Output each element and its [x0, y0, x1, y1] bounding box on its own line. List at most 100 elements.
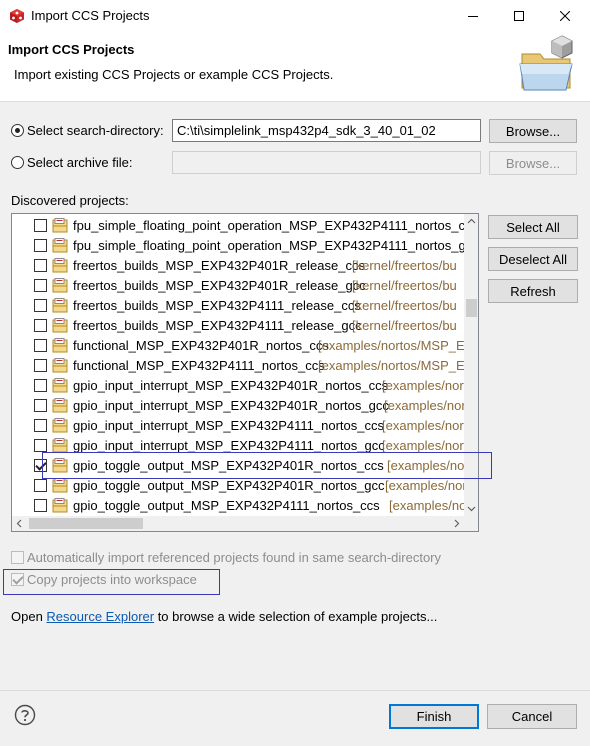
project-path: [examples/norte — [382, 378, 475, 393]
project-row[interactable]: functional_MSP_EXP432P401R_nortos_ccs [ex… — [12, 335, 465, 355]
project-checkbox[interactable] — [34, 419, 47, 432]
project-folder-icon — [52, 438, 68, 453]
project-row[interactable]: freertos_builds_MSP_EXP432P4111_release_… — [12, 315, 464, 335]
horizontal-scrollbar[interactable] — [12, 516, 464, 531]
project-row[interactable]: gpio_input_interrupt_MSP_EXP432P4111_nor… — [12, 415, 468, 435]
project-folder-icon — [52, 238, 68, 253]
archive-file-radio[interactable] — [11, 156, 24, 169]
project-path: [examples/nort — [385, 478, 471, 493]
project-folder-icon — [52, 358, 68, 373]
project-path: [examples/norte — [384, 398, 477, 413]
refresh-button[interactable]: Refresh — [488, 279, 578, 303]
project-path: [examples/nortos/MSP_E — [318, 358, 465, 373]
scroll-down-icon[interactable] — [464, 501, 479, 516]
project-checkbox[interactable] — [34, 219, 47, 232]
resource-explorer-prefix: Open — [11, 609, 47, 624]
search-directory-radio[interactable] — [11, 124, 24, 137]
finish-button[interactable]: Finish — [389, 704, 479, 729]
project-folder-icon — [52, 498, 68, 513]
project-checkbox[interactable] — [34, 499, 47, 512]
project-checkbox[interactable] — [34, 399, 47, 412]
maximize-button[interactable] — [496, 0, 542, 32]
title-bar: Import CCS Projects — [0, 0, 590, 32]
archive-file-label: Select archive file: — [27, 155, 133, 170]
resource-explorer-suffix: to browse a wide selection of example pr… — [154, 609, 438, 624]
ccs-app-icon — [10, 9, 24, 23]
project-path: [examples/nort — [389, 498, 475, 513]
project-name: freertos_builds_MSP_EXP432P4111_release_… — [73, 298, 361, 313]
archive-file-input[interactable] — [172, 151, 481, 174]
project-name: freertos_builds_MSP_EXP432P4111_release_… — [73, 318, 362, 333]
project-row[interactable]: fpu_simple_floating_point_operation_MSP_… — [12, 235, 478, 255]
project-name: functional_MSP_EXP432P4111_nortos_ccs — [73, 358, 325, 373]
discovered-projects-label: Discovered projects: — [11, 193, 129, 208]
project-path: [kernel/freertos/bu — [352, 318, 457, 333]
scroll-up-icon[interactable] — [464, 214, 479, 229]
project-checkbox[interactable] — [34, 379, 47, 392]
project-name: freertos_builds_MSP_EXP432P401R_release_… — [73, 258, 365, 273]
project-folder-icon — [52, 258, 68, 273]
wizard-description: Import existing CCS Projects or example … — [14, 67, 334, 82]
browse-archive-button[interactable]: Browse... — [489, 151, 577, 175]
copy-projects-checkbox[interactable] — [11, 573, 24, 586]
project-checkbox[interactable] — [34, 279, 47, 292]
project-name: fpu_simple_floating_point_operation_MSP_… — [73, 218, 478, 233]
project-folder-icon — [52, 478, 68, 493]
help-icon[interactable] — [14, 704, 36, 726]
copy-projects-label: Copy projects into workspace — [27, 572, 197, 587]
project-name: gpio_toggle_output_MSP_EXP432P401R_norto… — [73, 478, 385, 493]
window-title: Import CCS Projects — [31, 8, 150, 23]
project-row[interactable]: gpio_input_interrupt_MSP_EXP432P401R_nor… — [12, 375, 475, 395]
project-row[interactable]: freertos_builds_MSP_EXP432P401R_release_… — [12, 275, 464, 295]
deselect-all-button[interactable]: Deselect All — [488, 247, 578, 271]
minimize-icon — [468, 16, 478, 17]
project-list[interactable]: fpu_simple_floating_point_operation_MSP_… — [11, 213, 479, 532]
scroll-thumb[interactable] — [466, 299, 477, 317]
hscroll-thumb[interactable] — [29, 518, 143, 529]
search-directory-label: Select search-directory: — [27, 123, 164, 138]
browse-directory-button[interactable]: Browse... — [489, 119, 577, 143]
project-folder-icon — [52, 298, 68, 313]
project-row[interactable]: functional_MSP_EXP432P4111_nortos_ccs [ex… — [12, 355, 465, 375]
project-folder-icon — [52, 278, 68, 293]
project-checkbox[interactable] — [34, 299, 47, 312]
project-name: functional_MSP_EXP432P401R_nortos_ccs — [73, 338, 329, 353]
scroll-left-icon[interactable] — [12, 516, 27, 531]
footer-divider — [0, 690, 590, 691]
cancel-button[interactable]: Cancel — [487, 704, 577, 729]
close-button[interactable] — [542, 0, 588, 32]
project-name: gpio_input_interrupt_MSP_EXP432P401R_nor… — [73, 398, 389, 413]
auto-import-label: Automatically import referenced projects… — [27, 550, 442, 565]
auto-import-checkbox[interactable] — [11, 551, 24, 564]
project-row[interactable]: fpu_simple_floating_point_operation_MSP_… — [12, 215, 478, 235]
project-checkbox[interactable] — [34, 239, 47, 252]
project-row[interactable]: gpio_input_interrupt_MSP_EXP432P401R_nor… — [12, 395, 477, 415]
project-checkbox[interactable] — [34, 259, 47, 272]
project-checkbox[interactable] — [34, 439, 47, 452]
project-checkbox[interactable] — [34, 339, 47, 352]
project-path: [kernel/freertos/bu — [352, 258, 457, 273]
project-folder-icon — [52, 338, 68, 353]
project-row[interactable]: gpio_toggle_output_MSP_EXP432P4111_norto… — [12, 495, 474, 515]
project-checkbox[interactable] — [34, 359, 47, 372]
highlight-selected-project — [42, 452, 492, 479]
project-folder-icon — [52, 318, 68, 333]
project-row[interactable]: freertos_builds_MSP_EXP432P401R_release_… — [12, 255, 464, 275]
project-folder-icon — [52, 218, 68, 233]
project-row[interactable]: freertos_builds_MSP_EXP432P4111_release_… — [12, 295, 464, 315]
project-name: gpio_input_interrupt_MSP_EXP432P4111_nor… — [73, 418, 385, 433]
close-icon — [560, 11, 570, 21]
scroll-right-icon[interactable] — [449, 516, 464, 531]
project-path: [examples/nort — [382, 418, 468, 433]
select-all-button[interactable]: Select All — [488, 215, 578, 239]
project-checkbox[interactable] — [34, 319, 47, 332]
resource-explorer-link[interactable]: Resource Explorer — [46, 609, 154, 624]
project-checkbox[interactable] — [34, 479, 47, 492]
project-path: [examples/nortos/MSP_E — [318, 338, 465, 353]
resource-explorer-text: Open Resource Explorer to browse a wide … — [11, 609, 437, 624]
search-directory-input[interactable]: C:\ti\simplelink_msp432p4_sdk_3_40_01_02 — [172, 119, 481, 142]
minimize-button[interactable] — [450, 0, 496, 32]
project-folder-icon — [52, 418, 68, 433]
wizard-header: Import CCS Projects Import existing CCS … — [0, 32, 590, 102]
project-path: [kernel/freertos/bu — [352, 278, 457, 293]
